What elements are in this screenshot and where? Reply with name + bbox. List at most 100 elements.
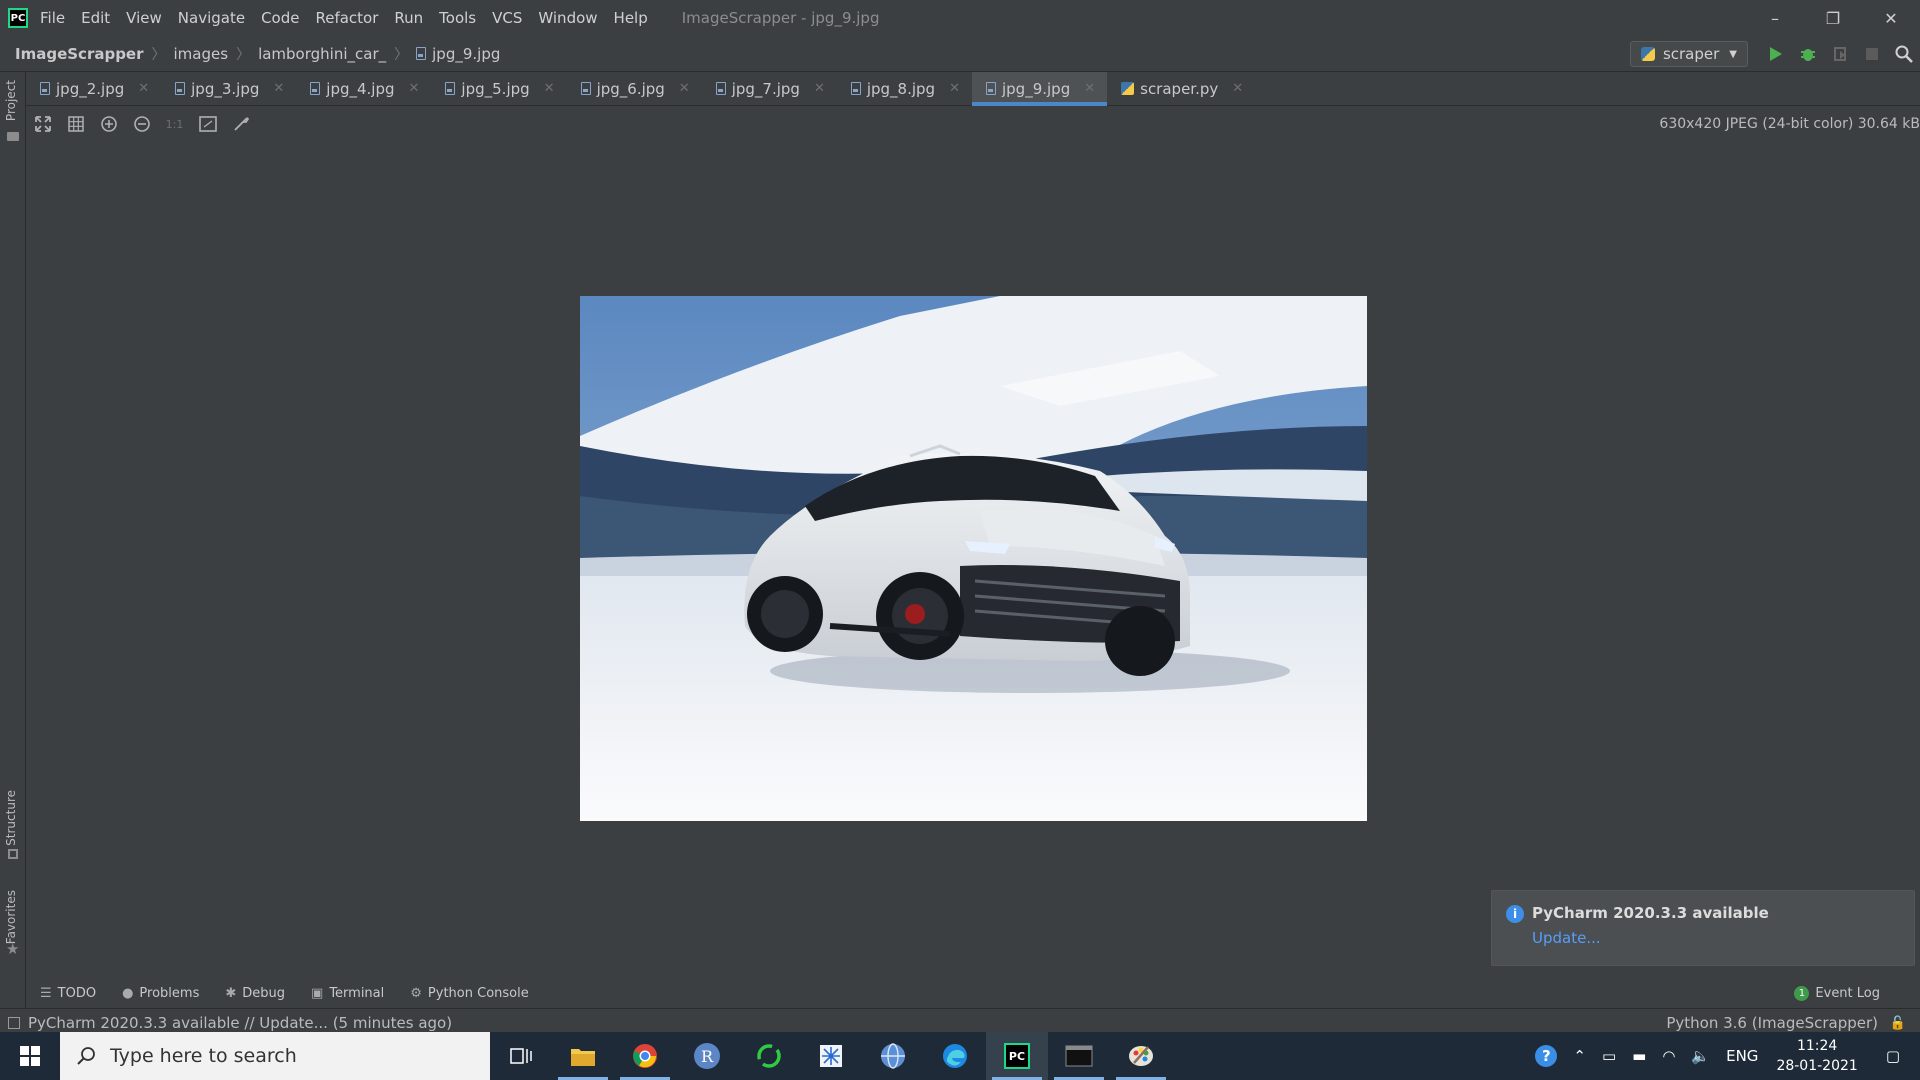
close-tab-icon[interactable]: ✕ <box>544 81 555 96</box>
tab-jpg-8[interactable]: jpg_8.jpg ✕ <box>837 72 972 105</box>
tab-jpg-5[interactable]: jpg_5.jpg ✕ <box>431 72 566 105</box>
globe-app[interactable] <box>862 1032 924 1080</box>
taskbar-search-input[interactable]: Type here to search <box>60 1032 490 1080</box>
tab-label: jpg_3.jpg <box>191 79 260 98</box>
chrome-app[interactable] <box>614 1032 676 1080</box>
update-link[interactable]: Update... <box>1532 929 1601 947</box>
close-tab-icon[interactable]: ✕ <box>679 81 690 96</box>
refresh-app[interactable] <box>738 1032 800 1080</box>
menu-file[interactable]: File <box>40 9 65 27</box>
tab-jpg-2[interactable]: jpg_2.jpg ✕ <box>26 72 161 105</box>
minimize-button[interactable]: – <box>1746 0 1804 36</box>
color-picker-button[interactable] <box>224 106 257 142</box>
image-editor-toolbar: 1:1 630x420 JPEG (24-bit color) 30.64 kB <box>26 106 1920 142</box>
meet-now-icon[interactable]: ▭ <box>1602 1047 1616 1065</box>
tab-scraper-py[interactable]: scraper.py ✕ <box>1107 72 1255 105</box>
search-everywhere-button[interactable] <box>1888 36 1920 72</box>
structure-tool-tab[interactable]: Structure <box>4 790 18 846</box>
coverage-button[interactable] <box>1824 36 1856 72</box>
actual-size-label: 1:1 <box>165 117 184 131</box>
chevron-up-icon[interactable]: ⌃ <box>1573 1047 1586 1065</box>
left-tool-strip: Project Structure Favorites ★ <box>0 72 26 1008</box>
favorites-tool-tab[interactable]: Favorites <box>4 890 18 944</box>
lock-icon[interactable]: 🔓 <box>1890 1016 1906 1031</box>
menu-refactor[interactable]: Refactor <box>315 9 378 27</box>
paint-app[interactable] <box>1110 1032 1172 1080</box>
tab-jpg-9[interactable]: jpg_9.jpg ✕ <box>971 72 1108 106</box>
menu-edit[interactable]: Edit <box>81 9 110 27</box>
event-log-button[interactable]: 1 Event Log <box>1794 978 1880 1008</box>
close-tab-icon[interactable]: ✕ <box>409 81 420 96</box>
debug-tool-button[interactable]: ✱ Debug <box>225 986 285 1001</box>
image-file-icon <box>416 47 427 60</box>
menu-run[interactable]: Run <box>394 9 423 27</box>
file-explorer-app[interactable] <box>552 1032 614 1080</box>
problems-tool-button[interactable]: ● Problems <box>122 986 199 1001</box>
tab-jpg-4[interactable]: jpg_4.jpg ✕ <box>296 72 431 105</box>
pycharm-logo-icon[interactable]: PC <box>8 8 28 28</box>
close-tab-icon[interactable]: ✕ <box>273 81 284 96</box>
menu-vcs[interactable]: VCS <box>492 9 522 27</box>
r-app[interactable]: R <box>676 1032 738 1080</box>
image-file-icon <box>175 82 186 95</box>
edge-app[interactable] <box>924 1032 986 1080</box>
close-tab-icon[interactable]: ✕ <box>138 81 149 96</box>
toggle-grid-button[interactable] <box>59 106 92 142</box>
run-configuration-select[interactable]: scraper ▼ <box>1629 41 1748 67</box>
close-window-button[interactable]: ✕ <box>1862 0 1920 36</box>
terminal-tool-button[interactable]: ▣ Terminal <box>311 986 384 1001</box>
tab-jpg-7[interactable]: jpg_7.jpg ✕ <box>702 72 837 105</box>
project-tool-tab[interactable]: Project <box>4 80 18 121</box>
debug-button[interactable] <box>1792 36 1824 72</box>
menu-window[interactable]: Window <box>538 9 597 27</box>
stop-button[interactable] <box>1856 36 1888 72</box>
actual-size-button[interactable]: 1:1 <box>158 106 191 142</box>
breadcrumb-images[interactable]: images <box>174 45 229 63</box>
close-tab-icon[interactable]: ✕ <box>814 81 825 96</box>
pycharm-app[interactable]: PC <box>986 1032 1048 1080</box>
wifi-icon[interactable]: ◠ <box>1662 1047 1675 1065</box>
menu-view[interactable]: View <box>126 9 162 27</box>
breadcrumb-lamborghini[interactable]: lamborghini_car_ <box>258 45 386 63</box>
tab-jpg-6[interactable]: jpg_6.jpg ✕ <box>567 72 702 105</box>
help-icon[interactable]: ? <box>1535 1045 1558 1067</box>
toggle-tool-windows-icon[interactable] <box>8 1016 20 1029</box>
breadcrumb-project[interactable]: ImageScrapper <box>15 45 144 63</box>
tab-label: jpg_8.jpg <box>866 79 936 98</box>
tab-jpg-3[interactable]: jpg_3.jpg ✕ <box>161 72 296 105</box>
breadcrumb-file[interactable]: jpg_9.jpg <box>416 45 500 63</box>
notifications-icon[interactable]: ▢ <box>1886 1047 1900 1065</box>
restore-button[interactable]: ❐ <box>1804 0 1862 36</box>
menu-help[interactable]: Help <box>614 9 648 27</box>
status-message[interactable]: PyCharm 2020.3.3 available // Update... … <box>28 1014 452 1032</box>
task-view-button[interactable] <box>490 1032 552 1080</box>
zoom-out-button[interactable] <box>125 106 158 142</box>
zoom-in-button[interactable] <box>92 106 125 142</box>
language-indicator[interactable]: ENG <box>1726 1047 1758 1065</box>
close-tab-icon[interactable]: ✕ <box>1084 81 1095 96</box>
globe-icon <box>881 1043 905 1069</box>
structure-tab-label: Structure <box>4 790 18 846</box>
python-console-tool-button[interactable]: ⚙ Python Console <box>410 986 528 1001</box>
tab-label: scraper.py <box>1140 79 1219 98</box>
event-count-badge: 1 <box>1794 985 1810 1001</box>
close-tab-icon[interactable]: ✕ <box>949 81 960 96</box>
task-view-icon <box>510 1048 532 1064</box>
snipping-app[interactable] <box>800 1032 862 1080</box>
todo-tool-button[interactable]: ☰ TODO <box>40 986 96 1001</box>
menu-code[interactable]: Code <box>261 9 299 27</box>
fit-zoom-button[interactable] <box>26 106 59 142</box>
fit-to-window-button[interactable] <box>191 106 224 142</box>
menu-navigate[interactable]: Navigate <box>178 9 245 27</box>
breadcrumb-separator-icon: 〉 <box>151 46 166 63</box>
terminal-app[interactable] <box>1048 1032 1110 1080</box>
volume-icon[interactable]: 🔈 <box>1691 1047 1710 1065</box>
menu-tools[interactable]: Tools <box>439 9 476 27</box>
start-button[interactable] <box>0 1032 60 1080</box>
grid-icon <box>67 116 84 132</box>
close-tab-icon[interactable]: ✕ <box>1232 81 1243 96</box>
run-button[interactable] <box>1760 36 1792 72</box>
clock[interactable]: 11:24 28-01-2021 <box>1776 1036 1857 1076</box>
search-icon <box>77 1047 95 1065</box>
battery-icon[interactable]: ▬ <box>1632 1047 1646 1065</box>
